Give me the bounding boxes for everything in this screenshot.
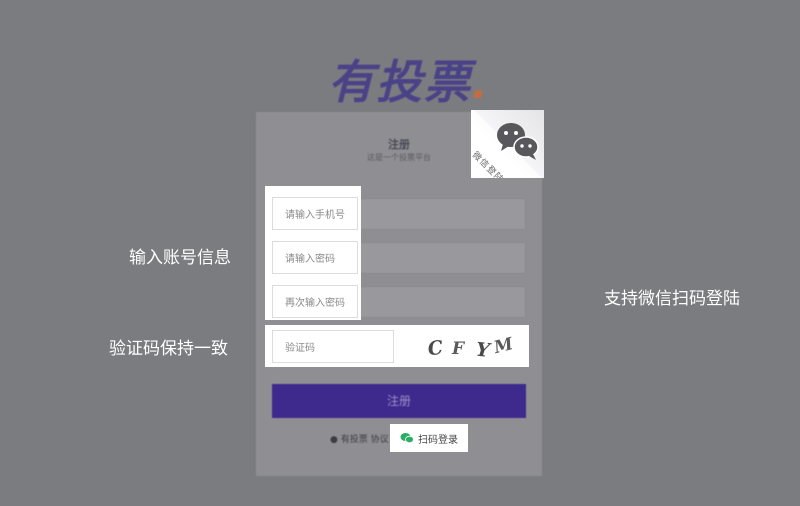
brand-logo-dot: . — [472, 62, 490, 108]
captcha-input[interactable]: 验证码 — [272, 330, 394, 363]
captcha-image[interactable]: C F Y M — [410, 328, 520, 366]
scan-login-label: 扫码登录 — [418, 434, 458, 446]
scan-login-button[interactable]: 扫码登录 — [390, 424, 468, 452]
brand-logo-text: 有投票 — [328, 55, 472, 109]
wechat-icon — [497, 123, 539, 160]
captcha-char: M — [491, 334, 516, 358]
brand-logo: 有投票. — [328, 46, 489, 112]
phone-input[interactable]: 请输入手机号 — [272, 197, 358, 230]
annotation-account: 输入账号信息 — [129, 248, 231, 268]
annotation-wechat: 支持微信扫码登陆 — [604, 289, 740, 309]
captcha-char: Y — [475, 339, 493, 363]
register-submit-button[interactable]: 注册 — [272, 384, 526, 418]
agreement-text: ● 有投票 协议 — [330, 435, 389, 445]
confirm-password-input[interactable]: 再次输入密码 — [272, 285, 358, 318]
wechat-small-icon — [400, 433, 414, 444]
agreement-label: 有投票 协议 — [340, 435, 389, 445]
captcha-char: F — [451, 339, 466, 359]
password-input[interactable]: 请输入密码 — [272, 241, 358, 274]
captcha-char: C — [426, 337, 444, 361]
wechat-qr-toggle[interactable]: 微信登陆 — [471, 110, 544, 178]
annotation-captcha: 验证码保持一致 — [109, 339, 228, 359]
